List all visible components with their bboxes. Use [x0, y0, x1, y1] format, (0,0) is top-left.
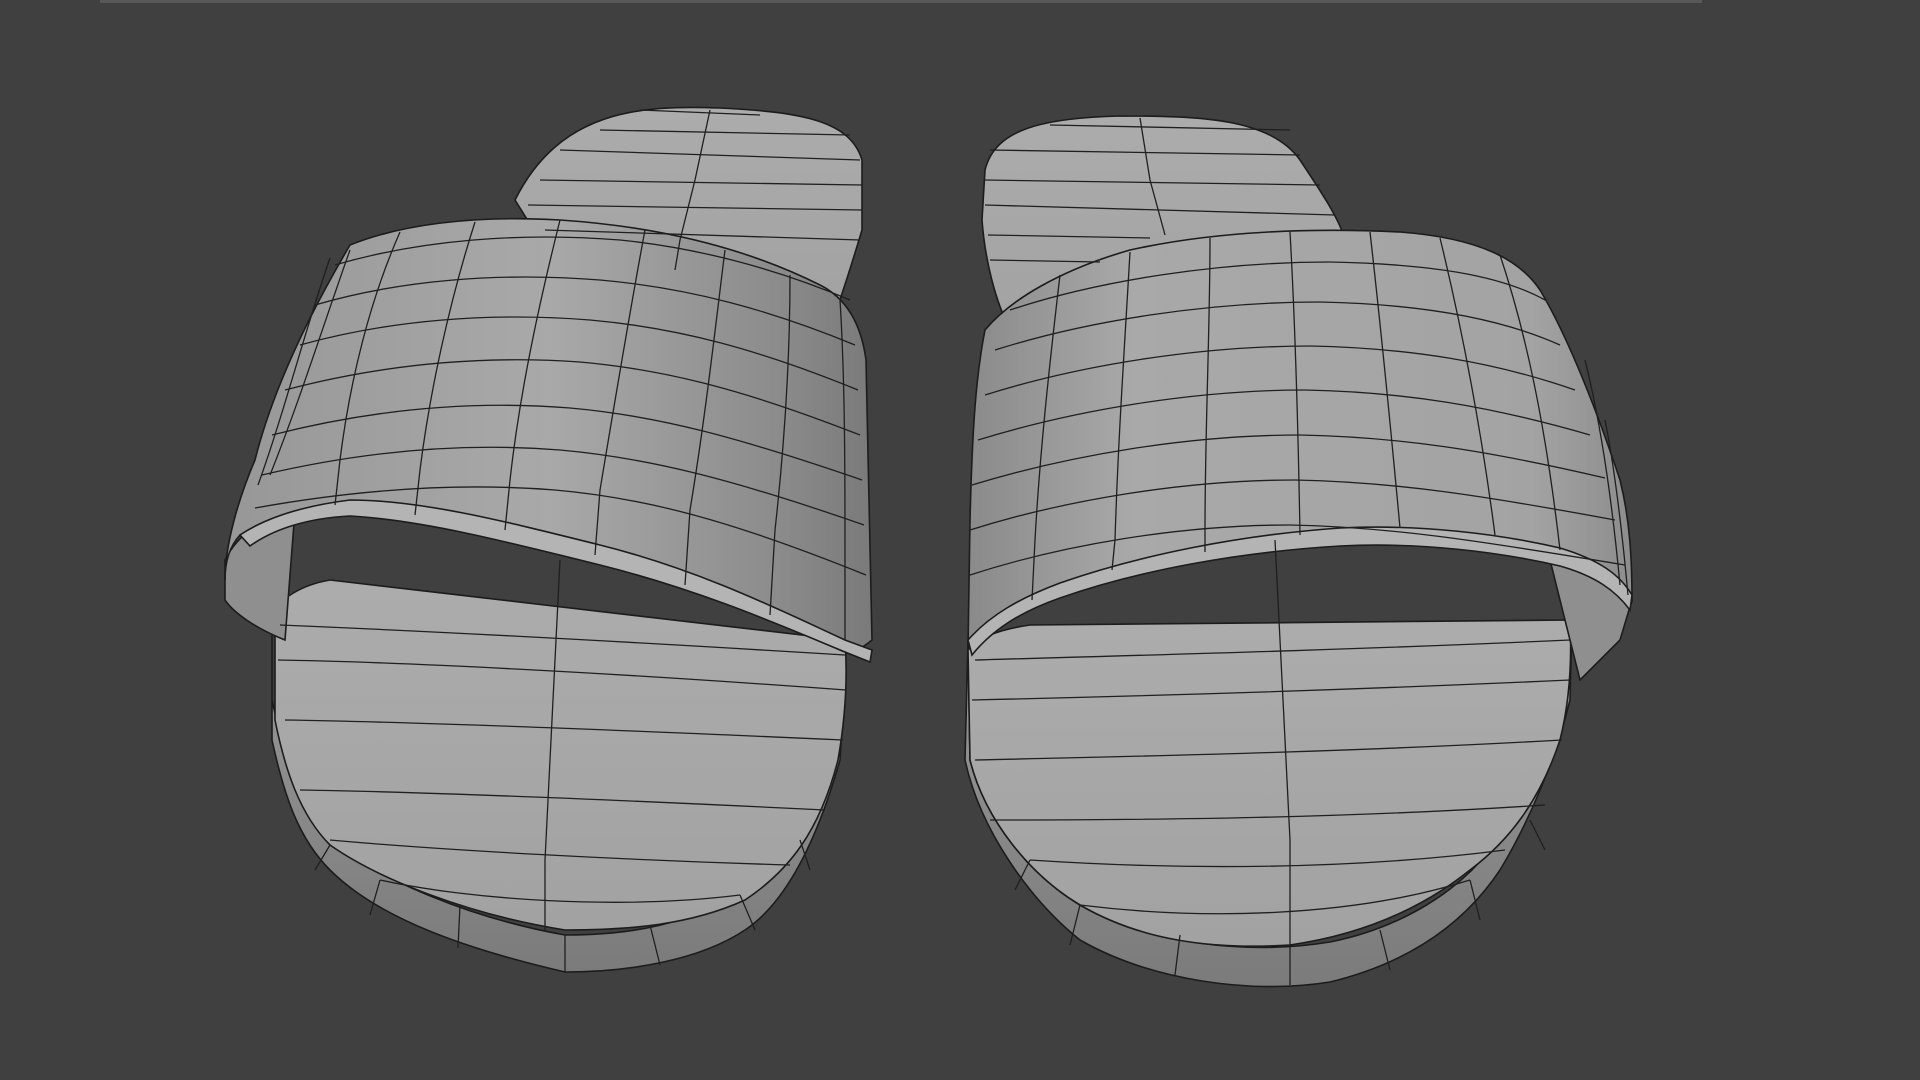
3d-viewport[interactable] [0, 0, 1920, 1080]
viewport-canvas[interactable] [0, 0, 1920, 1080]
right-slipper-mesh[interactable] [964, 115, 1633, 988]
left-slipper-mesh[interactable] [224, 106, 873, 973]
